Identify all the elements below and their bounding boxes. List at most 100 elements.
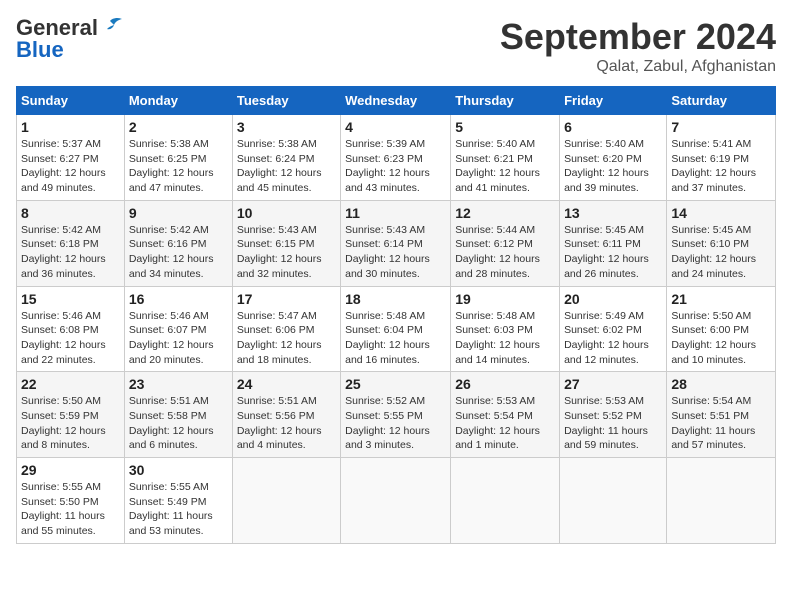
calendar-cell (667, 458, 776, 544)
day-info: Sunrise: 5:42 AMSunset: 6:18 PMDaylight:… (21, 223, 120, 282)
day-info: Sunrise: 5:43 AMSunset: 6:14 PMDaylight:… (345, 223, 446, 282)
calendar-cell: 29Sunrise: 5:55 AMSunset: 5:50 PMDayligh… (17, 458, 125, 544)
day-number: 15 (21, 291, 120, 307)
day-info: Sunrise: 5:38 AMSunset: 6:24 PMDaylight:… (237, 137, 336, 196)
page-header: General Blue September 2024 Qalat, Zabul… (16, 16, 776, 76)
calendar-cell: 26 Sunrise: 5:53 AMSunset: 5:54 PMDayligh… (451, 372, 560, 458)
calendar-cell: 3 Sunrise: 5:38 AMSunset: 6:24 PMDaylight… (232, 115, 340, 201)
calendar-cell: 18 Sunrise: 5:48 AMSunset: 6:04 PMDayligh… (341, 286, 451, 372)
day-info: Sunrise: 5:40 AMSunset: 6:20 PMDaylight:… (564, 137, 662, 196)
calendar-cell: 12Sunrise: 5:44 AMSunset: 6:12 PMDayligh… (451, 200, 560, 286)
calendar-table: SundayMondayTuesdayWednesdayThursdayFrid… (16, 86, 776, 544)
day-info: Sunrise: 5:55 AMSunset: 5:49 PMDaylight:… (129, 480, 228, 539)
column-header-friday: Friday (560, 87, 667, 115)
day-number: 4 (345, 119, 446, 135)
calendar-cell: 27Sunrise: 5:53 AMSunset: 5:52 PMDayligh… (560, 372, 667, 458)
title-section: September 2024 Qalat, Zabul, Afghanistan (500, 16, 776, 76)
day-number: 7 (671, 119, 771, 135)
day-info: Sunrise: 5:40 AMSunset: 6:21 PMDaylight:… (455, 137, 555, 196)
calendar-cell: 23 Sunrise: 5:51 AMSunset: 5:58 PMDayligh… (124, 372, 232, 458)
day-number: 12 (455, 205, 555, 221)
calendar-cell: 6 Sunrise: 5:40 AMSunset: 6:20 PMDaylight… (560, 115, 667, 201)
day-number: 9 (129, 205, 228, 221)
column-header-sunday: Sunday (17, 87, 125, 115)
calendar-row: 29Sunrise: 5:55 AMSunset: 5:50 PMDayligh… (17, 458, 776, 544)
day-number: 14 (671, 205, 771, 221)
calendar-cell: 14 Sunrise: 5:45 AMSunset: 6:10 PMDayligh… (667, 200, 776, 286)
header-row: SundayMondayTuesdayWednesdayThursdayFrid… (17, 87, 776, 115)
calendar-cell (232, 458, 340, 544)
calendar-cell: 24Sunrise: 5:51 AMSunset: 5:56 PMDayligh… (232, 372, 340, 458)
calendar-cell: 9 Sunrise: 5:42 AMSunset: 6:16 PMDaylight… (124, 200, 232, 286)
calendar-cell: 22 Sunrise: 5:50 AMSunset: 5:59 PMDayligh… (17, 372, 125, 458)
day-number: 10 (237, 205, 336, 221)
day-number: 8 (21, 205, 120, 221)
day-info: Sunrise: 5:50 AMSunset: 6:00 PMDaylight:… (671, 309, 771, 368)
day-info: Sunrise: 5:50 AMSunset: 5:59 PMDaylight:… (21, 394, 120, 453)
day-info: Sunrise: 5:51 AMSunset: 5:58 PMDaylight:… (129, 394, 228, 453)
day-number: 25 (345, 376, 446, 392)
day-info: Sunrise: 5:45 AMSunset: 6:11 PMDaylight:… (564, 223, 662, 282)
calendar-cell: 11 Sunrise: 5:43 AMSunset: 6:14 PMDayligh… (341, 200, 451, 286)
day-info: Sunrise: 5:48 AMSunset: 6:04 PMDaylight:… (345, 309, 446, 368)
day-info: Sunrise: 5:41 AMSunset: 6:19 PMDaylight:… (671, 137, 771, 196)
calendar-row: 8 Sunrise: 5:42 AMSunset: 6:18 PMDaylight… (17, 200, 776, 286)
day-number: 26 (455, 376, 555, 392)
column-header-wednesday: Wednesday (341, 87, 451, 115)
calendar-cell (451, 458, 560, 544)
day-info: Sunrise: 5:39 AMSunset: 6:23 PMDaylight:… (345, 137, 446, 196)
location-title: Qalat, Zabul, Afghanistan (500, 58, 776, 76)
calendar-cell: 1 Sunrise: 5:37 AMSunset: 6:27 PMDaylight… (17, 115, 125, 201)
calendar-cell: 10 Sunrise: 5:43 AMSunset: 6:15 PMDayligh… (232, 200, 340, 286)
calendar-cell: 30 Sunrise: 5:55 AMSunset: 5:49 PMDayligh… (124, 458, 232, 544)
month-title: September 2024 (500, 16, 776, 58)
day-number: 6 (564, 119, 662, 135)
calendar-cell: 16 Sunrise: 5:46 AMSunset: 6:07 PMDayligh… (124, 286, 232, 372)
day-info: Sunrise: 5:37 AMSunset: 6:27 PMDaylight:… (21, 137, 120, 196)
day-number: 18 (345, 291, 446, 307)
day-info: Sunrise: 5:52 AMSunset: 5:55 PMDaylight:… (345, 394, 446, 453)
day-number: 16 (129, 291, 228, 307)
day-number: 27 (564, 376, 662, 392)
day-info: Sunrise: 5:45 AMSunset: 6:10 PMDaylight:… (671, 223, 771, 282)
calendar-row: 22 Sunrise: 5:50 AMSunset: 5:59 PMDayligh… (17, 372, 776, 458)
day-number: 11 (345, 205, 446, 221)
calendar-cell (560, 458, 667, 544)
day-number: 23 (129, 376, 228, 392)
calendar-cell: 20Sunrise: 5:49 AMSunset: 6:02 PMDayligh… (560, 286, 667, 372)
day-number: 29 (21, 462, 120, 478)
calendar-row: 15 Sunrise: 5:46 AMSunset: 6:08 PMDayligh… (17, 286, 776, 372)
logo-bird-icon (100, 17, 122, 35)
day-number: 20 (564, 291, 662, 307)
day-number: 30 (129, 462, 228, 478)
day-number: 2 (129, 119, 228, 135)
column-header-tuesday: Tuesday (232, 87, 340, 115)
calendar-cell: 5 Sunrise: 5:40 AMSunset: 6:21 PMDaylight… (451, 115, 560, 201)
calendar-cell: 28Sunrise: 5:54 AMSunset: 5:51 PMDayligh… (667, 372, 776, 458)
day-number: 22 (21, 376, 120, 392)
day-info: Sunrise: 5:43 AMSunset: 6:15 PMDaylight:… (237, 223, 336, 282)
day-info: Sunrise: 5:53 AMSunset: 5:54 PMDaylight:… (455, 394, 555, 453)
day-number: 19 (455, 291, 555, 307)
day-number: 13 (564, 205, 662, 221)
day-info: Sunrise: 5:51 AMSunset: 5:56 PMDaylight:… (237, 394, 336, 453)
day-info: Sunrise: 5:47 AMSunset: 6:06 PMDaylight:… (237, 309, 336, 368)
day-info: Sunrise: 5:48 AMSunset: 6:03 PMDaylight:… (455, 309, 555, 368)
day-number: 17 (237, 291, 336, 307)
calendar-row: 1 Sunrise: 5:37 AMSunset: 6:27 PMDaylight… (17, 115, 776, 201)
column-header-saturday: Saturday (667, 87, 776, 115)
day-info: Sunrise: 5:42 AMSunset: 6:16 PMDaylight:… (129, 223, 228, 282)
day-number: 1 (21, 119, 120, 135)
day-info: Sunrise: 5:46 AMSunset: 6:07 PMDaylight:… (129, 309, 228, 368)
column-header-thursday: Thursday (451, 87, 560, 115)
calendar-cell (341, 458, 451, 544)
day-number: 5 (455, 119, 555, 135)
day-info: Sunrise: 5:46 AMSunset: 6:08 PMDaylight:… (21, 309, 120, 368)
calendar-cell: 7 Sunrise: 5:41 AMSunset: 6:19 PMDaylight… (667, 115, 776, 201)
calendar-cell: 4 Sunrise: 5:39 AMSunset: 6:23 PMDaylight… (341, 115, 451, 201)
day-info: Sunrise: 5:38 AMSunset: 6:25 PMDaylight:… (129, 137, 228, 196)
calendar-cell: 17 Sunrise: 5:47 AMSunset: 6:06 PMDayligh… (232, 286, 340, 372)
day-number: 28 (671, 376, 771, 392)
calendar-cell: 25 Sunrise: 5:52 AMSunset: 5:55 PMDayligh… (341, 372, 451, 458)
day-number: 3 (237, 119, 336, 135)
